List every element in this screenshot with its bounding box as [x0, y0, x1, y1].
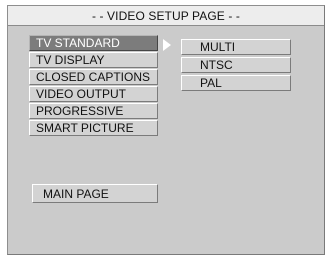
- option-pal[interactable]: PAL: [181, 75, 291, 91]
- menu-item-tv-standard[interactable]: TV STANDARD: [29, 35, 158, 51]
- main-page-button[interactable]: MAIN PAGE: [32, 184, 158, 203]
- menu-item-smart-picture[interactable]: SMART PICTURE: [29, 120, 158, 136]
- page-title: - - VIDEO SETUP PAGE - -: [92, 8, 240, 23]
- option-multi[interactable]: MULTI: [181, 39, 291, 55]
- screen: - - VIDEO SETUP PAGE - - TV STANDARD TV …: [0, 0, 334, 262]
- title-bar: - - VIDEO SETUP PAGE - -: [8, 6, 324, 26]
- menu-item-progressive[interactable]: PROGRESSIVE: [29, 103, 158, 119]
- menu-item-tv-display[interactable]: TV DISPLAY: [29, 52, 158, 68]
- arrow-right-icon: [163, 39, 171, 51]
- option-ntsc[interactable]: NTSC: [181, 57, 291, 73]
- submenu-options: MULTI NTSC PAL: [181, 39, 291, 93]
- menu-item-video-output[interactable]: VIDEO OUTPUT: [29, 86, 158, 102]
- setup-menu: TV STANDARD TV DISPLAY CLOSED CAPTIONS V…: [29, 35, 158, 137]
- menu-item-closed-captions[interactable]: CLOSED CAPTIONS: [29, 69, 158, 85]
